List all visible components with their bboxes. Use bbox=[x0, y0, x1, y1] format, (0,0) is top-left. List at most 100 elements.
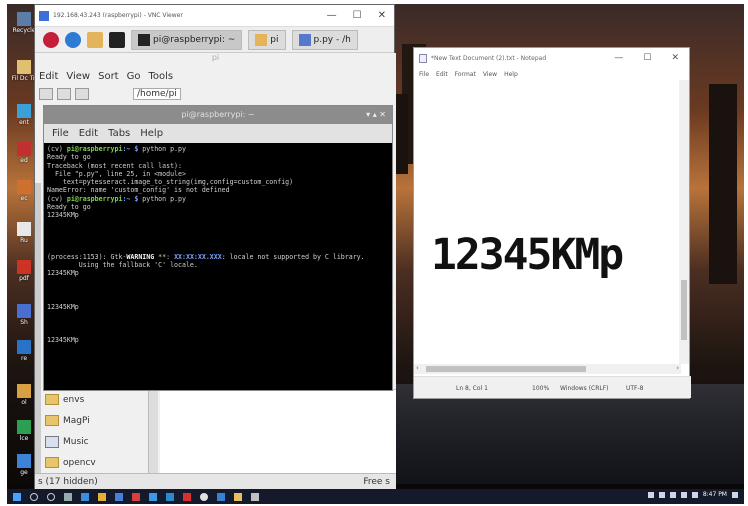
taskbar-app-icon[interactable] bbox=[81, 492, 89, 501]
file-pane[interactable] bbox=[160, 389, 396, 473]
view-icons-button[interactable] bbox=[39, 88, 53, 100]
file-list-scrollbar[interactable] bbox=[148, 389, 158, 473]
folder-icon bbox=[45, 457, 59, 468]
horizontal-scrollbar[interactable]: ‹ › bbox=[414, 364, 681, 374]
terminal-output[interactable]: (cv) pi@raspberrypi:~ $ python p.py Ready… bbox=[44, 143, 392, 346]
zoom-level: 100% bbox=[532, 385, 550, 392]
terminal-line: (cv) pi@raspberrypi:~ $ python p.py bbox=[47, 145, 389, 153]
terminal-launcher-icon[interactable] bbox=[109, 31, 125, 48]
terminal-text: Ready to go bbox=[47, 203, 91, 212]
taskbar-app-icon[interactable] bbox=[234, 492, 242, 501]
taskbar-app-icon[interactable] bbox=[115, 492, 123, 501]
hidden-count: s (17 hidden) bbox=[38, 477, 98, 487]
network-icon[interactable] bbox=[647, 491, 654, 498]
volume-icon[interactable] bbox=[680, 491, 687, 498]
menu-edit[interactable]: Edit bbox=[39, 71, 58, 82]
vnc-title-bar[interactable]: 192.168.43.243 (raspberrypi) - VNC Viewe… bbox=[35, 5, 394, 27]
list-item[interactable]: Music bbox=[45, 431, 157, 452]
list-item[interactable]: MagPi bbox=[45, 410, 157, 431]
terminal-line: Ready to go bbox=[47, 203, 389, 211]
taskbar-app-icon[interactable] bbox=[98, 492, 106, 501]
menu-help[interactable]: Help bbox=[504, 71, 518, 78]
scroll-thumb[interactable] bbox=[426, 366, 586, 372]
chevron-up-icon[interactable] bbox=[658, 491, 665, 498]
web-browser-icon[interactable] bbox=[65, 31, 81, 48]
taskbar-app-icon[interactable] bbox=[217, 492, 225, 501]
task-file-manager[interactable]: pi bbox=[248, 29, 286, 50]
menu-tools[interactable]: Tools bbox=[148, 71, 173, 82]
terminal-title-bar[interactable]: pi@raspberrypi: ~ ▾ ▴ ✕ bbox=[44, 106, 392, 124]
music-folder-icon bbox=[45, 435, 59, 448]
menu-tabs[interactable]: Tabs bbox=[108, 128, 130, 139]
editor-icon bbox=[298, 33, 311, 46]
task-view-icon[interactable] bbox=[64, 492, 72, 501]
menu-file[interactable]: File bbox=[52, 128, 69, 139]
taskbar-app-icon[interactable] bbox=[251, 492, 259, 501]
menu-go[interactable]: Go bbox=[127, 71, 141, 82]
file-manager-icon[interactable] bbox=[87, 31, 103, 48]
scroll-right-icon[interactable]: › bbox=[676, 364, 679, 372]
terminal-line: 12345KMp bbox=[47, 211, 389, 219]
terminal-line: Ready to go bbox=[47, 153, 389, 161]
search-icon[interactable] bbox=[30, 492, 38, 501]
taskbar-app-icon[interactable] bbox=[200, 492, 208, 501]
cortana-icon[interactable] bbox=[47, 492, 55, 501]
taskbar-app-icon[interactable] bbox=[149, 492, 157, 501]
file-manager-title: pi bbox=[211, 53, 220, 62]
path-input[interactable]: /home/pi bbox=[133, 88, 181, 100]
taskbar-app-icon[interactable] bbox=[166, 492, 174, 501]
battery-icon[interactable] bbox=[669, 491, 676, 498]
file-manager-status-bar: s (17 hidden) Free s bbox=[35, 473, 396, 490]
taskbar-app-icon[interactable] bbox=[132, 492, 140, 501]
vnc-viewer-window[interactable]: 192.168.43.243 (raspberrypi) - VNC Viewe… bbox=[34, 4, 396, 490]
view-list-button[interactable] bbox=[57, 88, 71, 100]
notepad-title: *New Text Document (2).txt - Notepad bbox=[431, 54, 547, 62]
notepad-text-area[interactable]: 12345KMp bbox=[414, 80, 681, 364]
close-button[interactable]: ✕ bbox=[671, 53, 679, 63]
task-editor[interactable]: p.py - /h bbox=[291, 29, 358, 50]
terminal-window[interactable]: pi@raspberrypi: ~ ▾ ▴ ✕ File Edit Tabs H… bbox=[43, 105, 393, 391]
close-button[interactable]: ✕ bbox=[378, 10, 386, 21]
screen: Recycle Fil Dc Tu ent ed ec Ru pdf Sh re… bbox=[7, 4, 744, 504]
menu-sort[interactable]: Sort bbox=[98, 71, 119, 82]
taskbar-app-icon[interactable] bbox=[183, 492, 191, 501]
terminal-line: File "p.py", line 25, in <module> bbox=[47, 170, 389, 178]
maximize-button[interactable]: ☐ bbox=[643, 53, 651, 63]
minimize-button[interactable]: — bbox=[327, 10, 337, 21]
terminal-text: (cv) bbox=[47, 194, 67, 203]
menu-view[interactable]: View bbox=[483, 71, 497, 78]
scroll-thumb[interactable] bbox=[681, 280, 687, 340]
notepad-title-bar[interactable]: *New Text Document (2).txt - Notepad — ☐… bbox=[414, 48, 689, 68]
view-compact-button[interactable] bbox=[75, 88, 89, 100]
terminal-text: Traceback (most recent call last): bbox=[47, 161, 182, 170]
list-item[interactable]: envs bbox=[45, 389, 157, 410]
scroll-left-icon[interactable]: ‹ bbox=[416, 364, 419, 372]
task-terminal[interactable]: pi@raspberrypi: ~ bbox=[131, 29, 243, 50]
notification-icon[interactable] bbox=[732, 491, 738, 498]
notepad-window[interactable]: *New Text Document (2).txt - Notepad — ☐… bbox=[413, 47, 691, 399]
cursor-position: Ln 8, Col 1 bbox=[456, 385, 488, 392]
notepad-content: 12345KMp bbox=[431, 230, 624, 280]
folder-icon bbox=[45, 415, 59, 426]
menu-format[interactable]: Format bbox=[455, 71, 476, 78]
terminal-text: 12345KMp bbox=[47, 335, 79, 344]
menu-edit[interactable]: Edit bbox=[79, 128, 98, 139]
vertical-scrollbar[interactable] bbox=[679, 80, 689, 364]
start-icon[interactable] bbox=[13, 492, 21, 501]
wifi-icon[interactable] bbox=[691, 491, 698, 498]
raspberry-menu-icon[interactable] bbox=[43, 31, 59, 48]
maximize-button[interactable]: ☐ bbox=[353, 10, 362, 21]
terminal-text: (process:1153): Gtk- bbox=[47, 252, 127, 261]
minimize-button[interactable]: — bbox=[614, 53, 623, 63]
file-manager-sidebar[interactable] bbox=[35, 183, 41, 483]
menu-edit[interactable]: Edit bbox=[436, 71, 448, 78]
menu-file[interactable]: File bbox=[419, 71, 429, 78]
menu-help[interactable]: Help bbox=[140, 128, 163, 139]
menu-view[interactable]: View bbox=[66, 71, 90, 82]
clock[interactable]: 8:47 PM bbox=[703, 491, 727, 498]
list-item[interactable]: opencv bbox=[45, 452, 157, 473]
terminal-text: pi@raspberrypi bbox=[66, 145, 123, 153]
terminal-window-controls[interactable]: ▾ ▴ ✕ bbox=[366, 106, 386, 124]
